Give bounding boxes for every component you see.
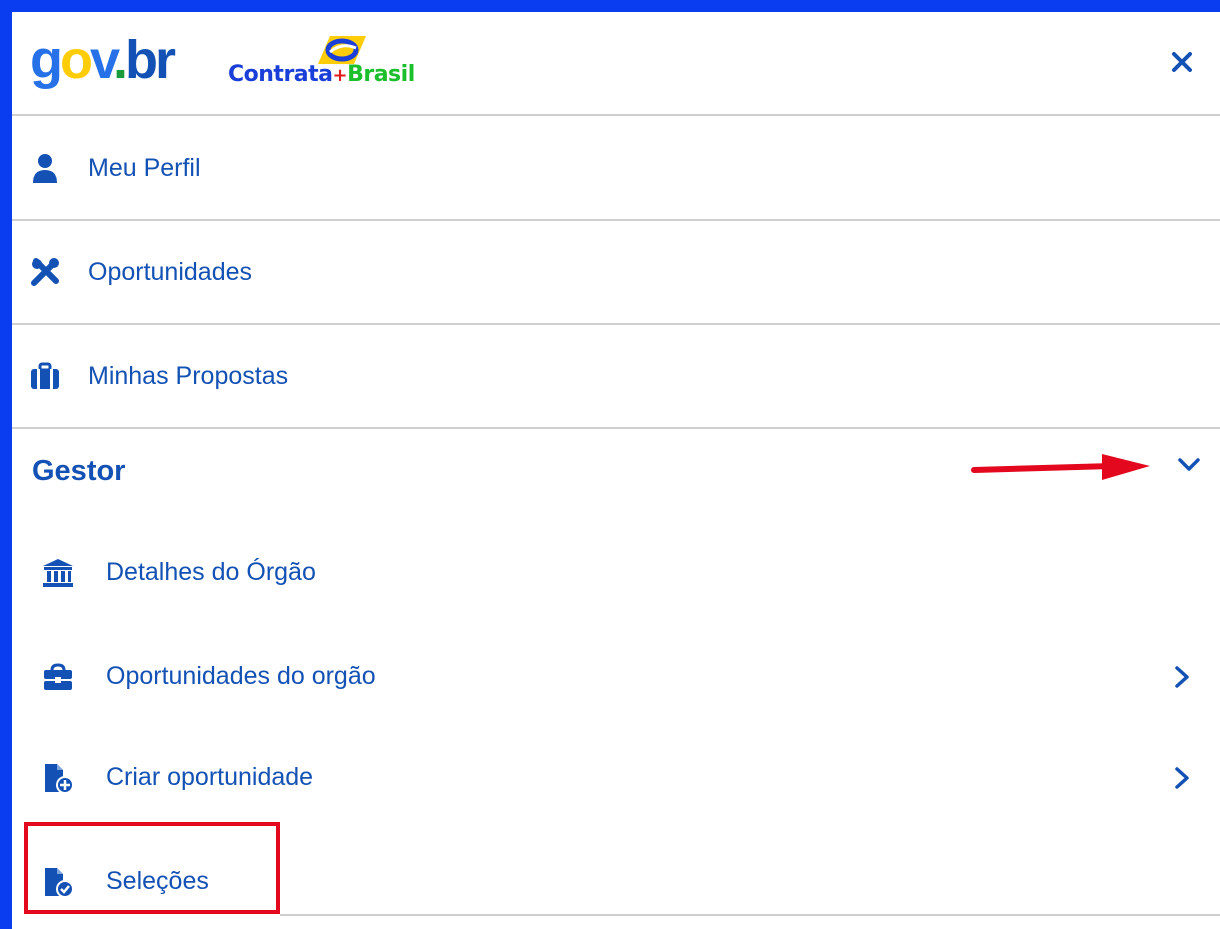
govbr-logo-o: o [60, 30, 93, 90]
govbr-logo-dot: . [113, 30, 128, 90]
govbr-logo-v: v [90, 30, 116, 90]
tools-icon [30, 257, 60, 287]
contrata-logo-part1: Contrata [228, 62, 333, 87]
toolbox-icon [44, 663, 72, 690]
menu-item-label: Minhas Propostas [88, 361, 289, 390]
menu-item-label: Oportunidades [88, 257, 253, 286]
contrata-brasil-logo[interactable]: Contrata+Brasil [228, 62, 415, 87]
user-icon [30, 153, 60, 183]
govbr-logo-br: br [125, 30, 176, 90]
contrata-logo-plus: + [332, 65, 348, 86]
submenu-item-label: Seleções [106, 867, 209, 895]
menu-header: gov.br Contrata+Brasil [12, 12, 1220, 116]
submenu-item-detalhes-orgao[interactable]: Detalhes do Órgão [12, 522, 1220, 622]
menu-item-oportunidades[interactable]: Oportunidades [12, 221, 1220, 325]
building-icon [43, 559, 73, 587]
chevron-down-icon[interactable] [1174, 449, 1204, 479]
file-add-icon [45, 764, 74, 793]
contrata-logo-part2: Brasil [347, 62, 415, 87]
menu-item-minhas-propostas[interactable]: Minhas Propostas [12, 325, 1220, 429]
file-check-icon [45, 868, 74, 897]
close-icon [1172, 52, 1192, 72]
submenu-item-oportunidades-orgao[interactable]: Oportunidades do orgão [12, 626, 1220, 726]
chevron-right-icon[interactable] [1170, 763, 1194, 793]
menu-item-meu-perfil[interactable]: Meu Perfil [12, 117, 1220, 221]
submenu-item-label: Oportunidades do orgão [106, 662, 376, 690]
chevron-right-icon[interactable] [1170, 662, 1194, 692]
briefcase-icon [30, 361, 60, 391]
submenu-item-label: Detalhes do Órgão [106, 558, 316, 586]
section-gestor-title: Gestor [32, 455, 126, 487]
divider [280, 914, 1220, 916]
submenu-item-label: Criar oportunidade [106, 763, 314, 791]
close-menu-button[interactable] [1166, 46, 1198, 78]
govbr-logo-g: g [30, 30, 63, 90]
submenu-item-criar-oportunidade[interactable]: Criar oportunidade [12, 727, 1220, 827]
section-gestor-toggle[interactable]: Gestor [12, 431, 1220, 515]
menu-item-label: Meu Perfil [88, 153, 201, 182]
govbr-logo[interactable]: gov.br [30, 30, 176, 90]
